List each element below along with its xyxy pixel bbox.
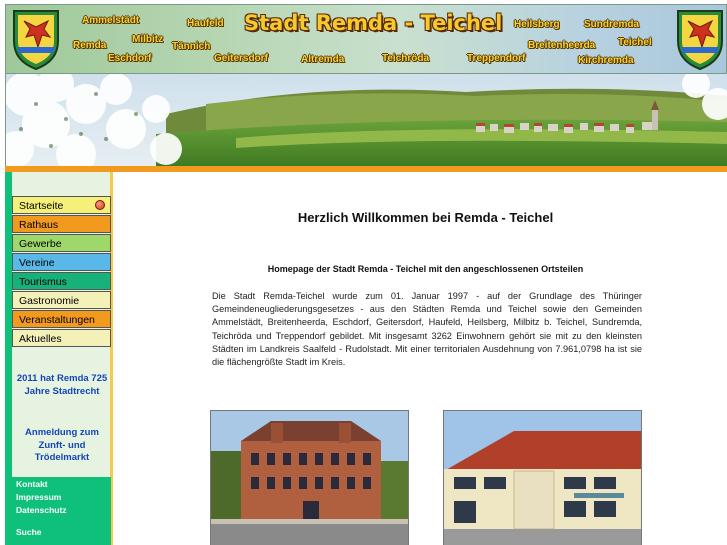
nav-item-gastronomie[interactable]: Gastronomie: [12, 291, 111, 309]
place-link-kirchremda[interactable]: Kirchremda: [578, 55, 634, 66]
site-title[interactable]: Stadt Remda - Teichel: [244, 11, 502, 35]
nav-item-aktuelles[interactable]: Aktuelles: [12, 329, 111, 347]
place-link-ammelstaedt[interactable]: Ammelstädt: [82, 15, 139, 26]
page-title: Herzlich Willkommen bei Remda - Teichel: [297, 210, 554, 225]
community-building-photo: [443, 410, 642, 545]
sidebar-footer: Kontakt Impressum Datenschutz Suche: [5, 477, 111, 545]
nav-item-veranstaltungen[interactable]: Veranstaltungen: [12, 310, 111, 328]
active-indicator-icon: [95, 200, 105, 210]
page-subtitle: Homepage der Stadt Remda - Teichel mit d…: [267, 264, 584, 274]
nav-item-label: Aktuelles: [19, 333, 62, 345]
place-link-geitersdorf[interactable]: Geitersdorf: [214, 53, 268, 64]
town-hall-photo: [210, 410, 409, 545]
town-hall-image: [211, 411, 408, 545]
community-building-image: [444, 411, 641, 545]
nav-item-label: Vereine: [19, 257, 55, 269]
datenschutz-link[interactable]: Datenschutz: [16, 505, 67, 515]
suche-link[interactable]: Suche: [16, 527, 42, 537]
place-link-eschdorf[interactable]: Eschdorf: [108, 53, 151, 64]
nav-item-gewerbe[interactable]: Gewerbe: [12, 234, 111, 252]
main-navigation: Startseite Rathaus Gewerbe Vereine Touri…: [12, 196, 111, 348]
nav-item-vereine[interactable]: Vereine: [12, 253, 111, 271]
place-link-haufeld[interactable]: Haufeld: [187, 18, 224, 29]
nav-item-startseite[interactable]: Startseite: [12, 196, 111, 214]
place-link-heilsberg[interactable]: Heilsberg: [514, 19, 560, 30]
coat-of-arms-icon: [13, 10, 59, 71]
place-link-altremda[interactable]: Altremda: [301, 54, 344, 65]
nav-item-label: Rathaus: [19, 219, 59, 231]
landscape-image: [6, 74, 727, 166]
market-registration-link[interactable]: Anmeldung zum Zunft- und Trödelmarkt: [13, 427, 111, 465]
place-link-milbitz[interactable]: Milbitz: [132, 34, 163, 45]
place-link-sundremda[interactable]: Sundremda: [584, 19, 639, 30]
place-link-teichroeda[interactable]: Teichröda: [382, 53, 429, 64]
place-link-teichel[interactable]: Teichel: [618, 37, 652, 48]
kontakt-link[interactable]: Kontakt: [16, 479, 48, 489]
nav-item-rathaus[interactable]: Rathaus: [12, 215, 111, 233]
impressum-link[interactable]: Impressum: [16, 492, 61, 502]
main-content: Herzlich Willkommen bei Remda - Teichel …: [116, 172, 727, 545]
place-link-remda[interactable]: Remda: [73, 40, 106, 51]
coat-of-arms-icon: [677, 10, 723, 71]
landscape-banner: [5, 74, 727, 166]
nav-item-label: Gastronomie: [19, 295, 80, 307]
place-link-taennich[interactable]: Tännich: [172, 41, 210, 52]
site-header: Ammelstädt Haufeld Stadt Remda - Teichel…: [5, 4, 727, 74]
anniversary-link[interactable]: 2011 hat Remda 725 Jahre Stadtrecht: [13, 373, 111, 398]
place-link-breitenheerda[interactable]: Breitenheerda: [528, 40, 595, 51]
nav-item-tourismus[interactable]: Tourismus: [12, 272, 111, 290]
place-link-treppendorf[interactable]: Treppendorf: [467, 53, 525, 64]
nav-item-label: Gewerbe: [19, 238, 62, 250]
nav-item-label: Veranstaltungen: [19, 314, 95, 326]
nav-item-label: Startseite: [19, 200, 64, 212]
sidebar: Startseite Rathaus Gewerbe Vereine Touri…: [5, 172, 113, 545]
intro-paragraph: Die Stadt Remda-Teichel wurde zum 01. Ja…: [212, 291, 642, 368]
nav-item-label: Tourismus: [19, 276, 67, 288]
